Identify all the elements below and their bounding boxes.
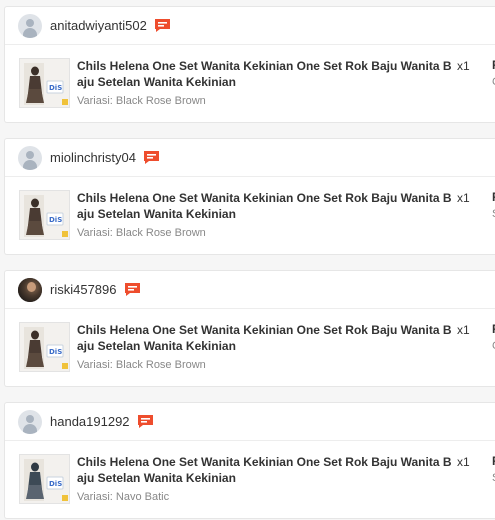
product-thumbnail[interactable]: DiS: [19, 58, 70, 108]
product-thumbnail[interactable]: DiS: [19, 190, 70, 240]
svg-text:DiS: DiS: [49, 480, 62, 488]
order-card: riski457896 DiS Chils Helena One Set Wan…: [4, 270, 495, 387]
default-avatar-icon[interactable]: [18, 145, 42, 170]
product-thumbnail[interactable]: DiS: [19, 454, 70, 504]
product-title[interactable]: Chils Helena One Set Wanita Kekinian One…: [77, 322, 455, 354]
svg-text:DiS: DiS: [49, 348, 62, 356]
order-card-body: DiS Chils Helena One Set Wanita Kekinian…: [5, 45, 495, 123]
order-card: miolinchristy04 DiS Chils Helena One Set…: [4, 138, 495, 255]
product-quantity: x1: [457, 59, 470, 73]
order-card-body: DiS Chils Helena One Set Wanita Kekinian…: [5, 177, 495, 255]
order-card-header: miolinchristy04: [5, 139, 495, 177]
product-title[interactable]: Chils Helena One Set Wanita Kekinian One…: [77, 190, 455, 222]
svg-text:DiS: DiS: [49, 216, 62, 224]
product-thumbnail[interactable]: DiS: [19, 322, 70, 372]
buyer-username[interactable]: riski457896: [50, 282, 117, 297]
order-list: anitadwiyanti502 DiS Chils Helena One Se…: [0, 0, 495, 520]
order-card-body: DiS Chils Helena One Set Wanita Kekinian…: [5, 309, 495, 387]
product-variant: Variasi: Navo Batic: [77, 491, 170, 503]
product-variant: Variasi: Black Rose Brown: [77, 95, 206, 107]
order-card-body: DiS Chils Helena One Set Wanita Kekinian…: [5, 441, 495, 519]
buyer-username[interactable]: miolinchristy04: [50, 150, 136, 165]
product-variant: Variasi: Black Rose Brown: [77, 359, 206, 371]
buyer-username[interactable]: anitadwiyanti502: [50, 18, 147, 33]
order-card: handa191292 DiS Chils Helena One Set Wan…: [4, 402, 495, 519]
svg-text:DiS: DiS: [49, 84, 62, 92]
order-card-header: riski457896: [5, 271, 495, 309]
product-variant: Variasi: Black Rose Brown: [77, 227, 206, 239]
product-quantity: x1: [457, 323, 470, 337]
chat-icon[interactable]: [143, 150, 160, 165]
product-quantity: x1: [457, 191, 470, 205]
product-quantity: x1: [457, 455, 470, 469]
chat-icon[interactable]: [124, 282, 141, 297]
order-card-header: handa191292: [5, 403, 495, 441]
order-card: anitadwiyanti502 DiS Chils Helena One Se…: [4, 6, 495, 123]
photo-avatar[interactable]: [18, 277, 42, 302]
product-title[interactable]: Chils Helena One Set Wanita Kekinian One…: [77, 454, 455, 486]
chat-icon[interactable]: [154, 18, 171, 33]
product-title[interactable]: Chils Helena One Set Wanita Kekinian One…: [77, 58, 455, 90]
default-avatar-icon[interactable]: [18, 409, 42, 434]
chat-icon[interactable]: [137, 414, 154, 429]
default-avatar-icon[interactable]: [18, 13, 42, 38]
order-card-header: anitadwiyanti502: [5, 7, 495, 45]
buyer-username[interactable]: handa191292: [50, 414, 130, 429]
